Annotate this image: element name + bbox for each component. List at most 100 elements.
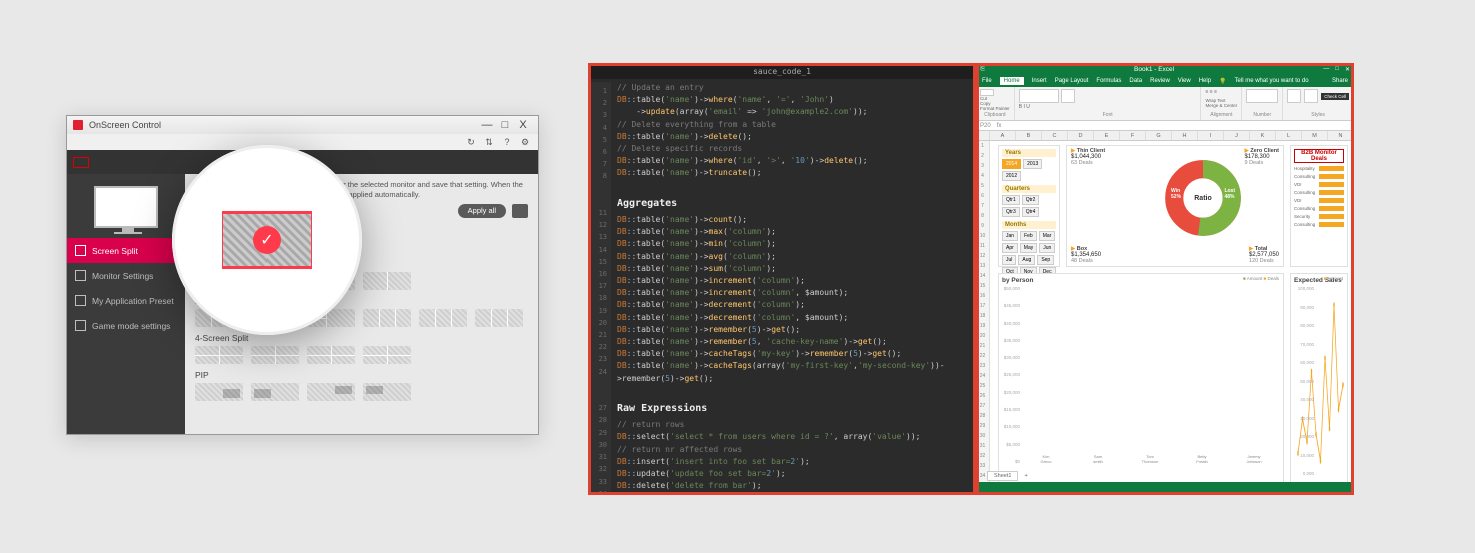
layout-tile[interactable] bbox=[363, 346, 411, 364]
maximize-button[interactable]: □ bbox=[496, 119, 514, 131]
menu-review[interactable]: Review bbox=[1150, 78, 1170, 84]
sync-icon[interactable]: ⇅ bbox=[484, 137, 494, 148]
menu-help[interactable]: Help bbox=[1199, 78, 1211, 84]
filter-heading: Months bbox=[1002, 221, 1056, 229]
layout-tile[interactable] bbox=[363, 383, 411, 401]
window-title: OnScreen Control bbox=[89, 120, 161, 130]
filter-chip[interactable]: Qtr1 bbox=[1002, 195, 1020, 205]
menu-page-layout[interactable]: Page Layout bbox=[1055, 78, 1089, 84]
layout-tile[interactable] bbox=[195, 309, 243, 327]
filter-chip[interactable]: Qtr2 bbox=[1022, 195, 1040, 205]
row-headers[interactable]: 1234567891011121314151617181920212223242… bbox=[976, 141, 990, 489]
ribbon-group-label: Clipboard bbox=[980, 112, 1010, 118]
layout-tile[interactable] bbox=[475, 309, 523, 327]
format-painter-button[interactable]: Format Painter bbox=[980, 106, 1010, 111]
filter-chip[interactable]: Aug bbox=[1018, 255, 1035, 265]
refresh-icon[interactable]: ↻ bbox=[466, 137, 476, 148]
worksheet[interactable]: 1234567891011121314151617181920212223242… bbox=[976, 141, 1354, 489]
settings-icon[interactable]: ⚙ bbox=[520, 137, 530, 148]
layout-tile[interactable] bbox=[195, 383, 243, 401]
menu-file[interactable]: File bbox=[982, 78, 992, 84]
menu-home[interactable]: Home bbox=[1000, 77, 1024, 85]
menu-formulas[interactable]: Formulas bbox=[1096, 78, 1121, 84]
apply-all-button[interactable]: Apply all bbox=[458, 204, 506, 218]
minimize-button[interactable]: — bbox=[1323, 66, 1329, 73]
conditional-fmt-button[interactable] bbox=[1287, 89, 1301, 103]
close-button[interactable]: X bbox=[514, 119, 532, 131]
minimize-button[interactable]: — bbox=[478, 119, 496, 131]
layout-tile[interactable] bbox=[195, 272, 243, 290]
info-icon: i bbox=[195, 180, 207, 192]
grid-icon bbox=[75, 245, 86, 256]
sidebar-item-game-mode[interactable]: Game mode settings bbox=[67, 313, 185, 338]
layout-tile[interactable] bbox=[307, 272, 355, 290]
filter-chip[interactable]: Mar bbox=[1039, 231, 1056, 241]
titlebar[interactable]: OnScreen Control — □ X bbox=[67, 116, 538, 134]
filter-chip[interactable]: Feb bbox=[1020, 231, 1037, 241]
filter-chip[interactable]: Sep bbox=[1037, 255, 1054, 265]
merge-center-button[interactable]: Merge & Center bbox=[1205, 103, 1237, 108]
tell-me-search[interactable]: Tell me what you want to do bbox=[1235, 78, 1309, 84]
section-heading: 2-Screen Split bbox=[195, 259, 528, 269]
layout-tile[interactable] bbox=[195, 346, 243, 364]
number-format[interactable] bbox=[1246, 89, 1278, 103]
titlebar[interactable]: ⎘ Book1 - Excel —□✕ bbox=[976, 63, 1354, 75]
autosave-icon[interactable]: ⎘ bbox=[980, 66, 985, 73]
monitor-tab-icon[interactable] bbox=[73, 157, 89, 168]
ratio-donut-chart: Ratio Win52% Lost48% bbox=[1165, 160, 1241, 236]
reset-button[interactable] bbox=[512, 204, 528, 218]
filter-chip[interactable]: May bbox=[1020, 243, 1037, 253]
filter-chip[interactable]: Jul bbox=[1002, 255, 1016, 265]
filter-chip[interactable]: Jan bbox=[1002, 231, 1018, 241]
layout-tile[interactable] bbox=[419, 309, 467, 327]
share-button[interactable]: Share bbox=[1332, 78, 1348, 84]
cell-style-check[interactable]: Check Cell bbox=[1321, 93, 1349, 100]
chart-legend: Amount bbox=[1324, 276, 1343, 281]
format-as-table-button[interactable] bbox=[1304, 89, 1318, 103]
layout-tile[interactable] bbox=[307, 383, 355, 401]
menu-view[interactable]: View bbox=[1178, 78, 1191, 84]
layout-tile[interactable] bbox=[251, 383, 299, 401]
paste-button[interactable] bbox=[980, 89, 994, 96]
layout-tile[interactable] bbox=[251, 309, 299, 327]
filter-chip[interactable]: Qtr4 bbox=[1022, 207, 1040, 217]
line-gutter: 1234567811121314151617181920212223242728… bbox=[591, 82, 611, 492]
menu-data[interactable]: Data bbox=[1129, 78, 1142, 84]
sheet-tabs[interactable]: Sheet1+ bbox=[976, 470, 1034, 482]
font-box[interactable] bbox=[1019, 89, 1059, 103]
layout-tile[interactable] bbox=[251, 346, 299, 364]
monitor-ribbon bbox=[67, 150, 538, 174]
help-icon[interactable]: ? bbox=[502, 137, 512, 147]
font-size[interactable] bbox=[1061, 89, 1075, 103]
formula-bar[interactable]: P20fx bbox=[976, 121, 1354, 131]
close-button[interactable]: ✕ bbox=[1345, 66, 1350, 73]
filter-chip[interactable]: 2012 bbox=[1002, 171, 1021, 181]
layout-tile[interactable] bbox=[363, 272, 411, 290]
menu-insert[interactable]: Insert bbox=[1032, 78, 1047, 84]
filter-chip[interactable]: Jun bbox=[1039, 243, 1055, 253]
sidebar-item-screen-split[interactable]: Screen Split bbox=[67, 238, 185, 263]
code-area[interactable]: // Update an entry DB::table('name')->wh… bbox=[611, 79, 973, 495]
sidebar-item-app-preset[interactable]: My Application Preset bbox=[67, 288, 185, 313]
sheet-tab[interactable]: Sheet1 bbox=[987, 471, 1018, 481]
maximize-button[interactable]: □ bbox=[1335, 66, 1339, 73]
main-panel: i You can choose the screen split type f… bbox=[185, 174, 538, 434]
layout-tile[interactable] bbox=[307, 309, 355, 327]
filter-chip[interactable]: Apr bbox=[1002, 243, 1018, 253]
sidebar-item-monitor-settings[interactable]: Monitor Settings bbox=[67, 263, 185, 288]
layout-tile[interactable] bbox=[251, 272, 299, 290]
filter-chip[interactable]: Qtr3 bbox=[1002, 207, 1020, 217]
column-headers[interactable]: ABCDEFGHIJKLMN bbox=[976, 131, 1354, 141]
editor-tab[interactable]: sauce_code_1 bbox=[588, 63, 976, 79]
chart-title: by Person bbox=[1002, 277, 1280, 284]
b2b-deals-panel: B2B Monitor Deals HospitalityConsultingV… bbox=[1290, 145, 1348, 267]
name-box[interactable]: P20 bbox=[980, 123, 991, 129]
layout-tile[interactable] bbox=[363, 309, 411, 327]
sidebar: Screen Split Monitor Settings My Applica… bbox=[67, 174, 185, 434]
layout-tile[interactable] bbox=[307, 346, 355, 364]
layout-tile-full[interactable] bbox=[195, 235, 243, 253]
menu-bar: File Home Insert Page Layout Formulas Da… bbox=[976, 75, 1354, 87]
filter-chip[interactable]: 2013 bbox=[1023, 159, 1042, 169]
filter-chip[interactable]: 2014 bbox=[1002, 159, 1021, 169]
filters-panel: Years 201420132012 Quarters Qtr1Qtr2Qtr3… bbox=[998, 145, 1060, 267]
